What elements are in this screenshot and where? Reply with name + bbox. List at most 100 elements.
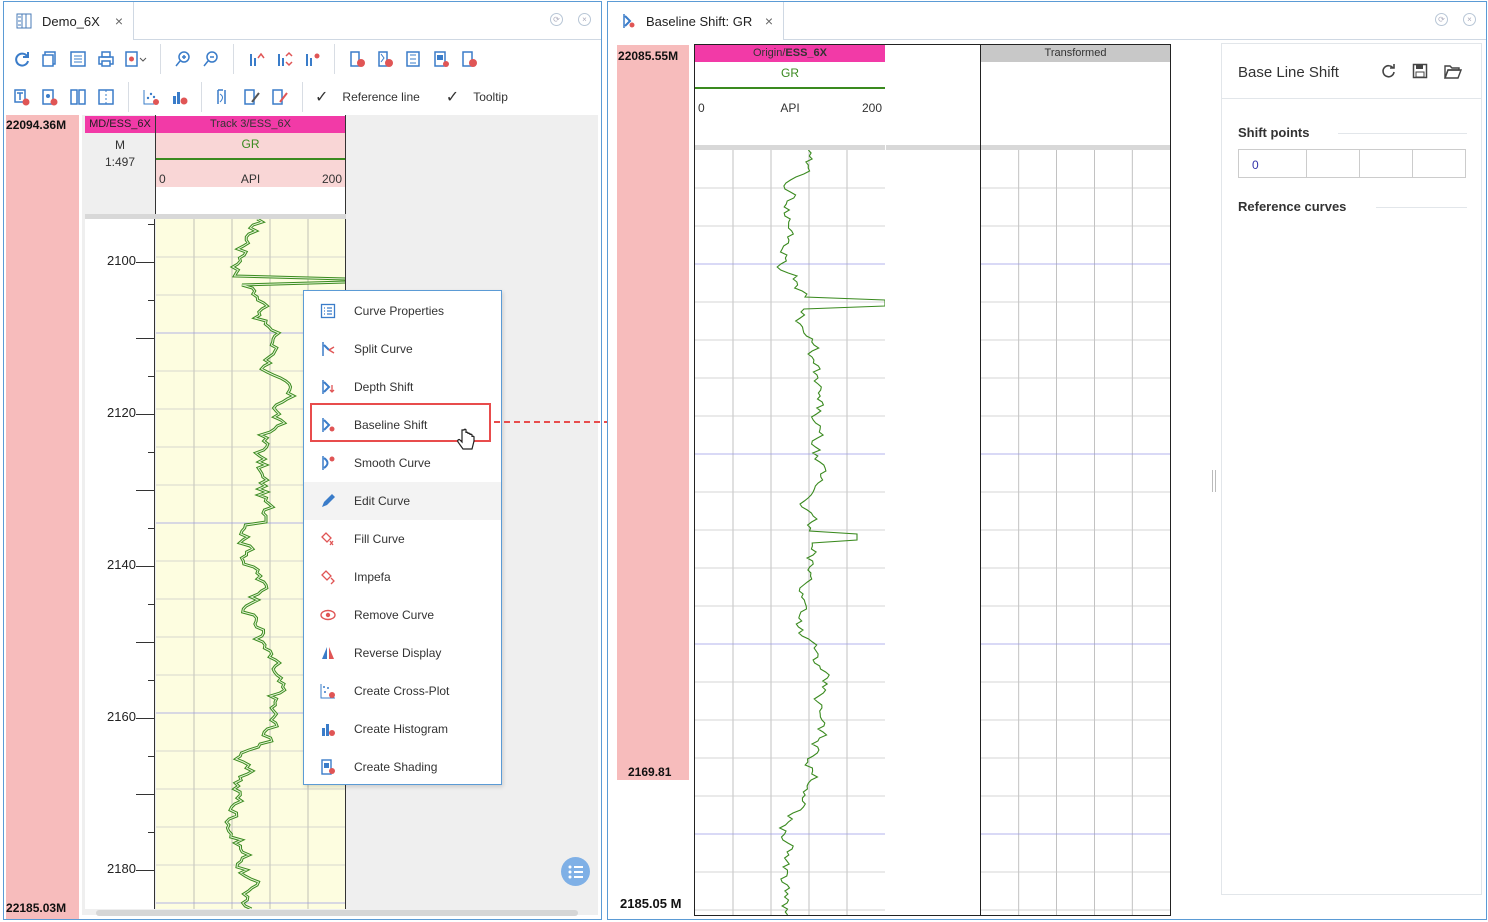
shift-point-cell[interactable] [1413,150,1465,177]
correlate-icon[interactable] [211,84,237,110]
menu-item-label: Remove Curve [354,608,435,622]
menu-item-curve-properties[interactable]: Curve Properties [304,292,501,330]
transformed-track-body[interactable] [981,150,1170,915]
crossplot-icon[interactable] [138,84,164,110]
gr-curve-name: GR [781,66,799,80]
tab-close-icon[interactable]: × [115,13,123,29]
split-icon [320,341,336,357]
track-marker-icon[interactable] [299,46,325,72]
add-lithology-icon[interactable] [400,46,426,72]
tooltip-toggle[interactable]: ✓ Tooltip [442,87,508,107]
menu-item-label: Create Histogram [354,722,449,736]
pencil-icon [320,493,336,509]
menu-item-depth-shift[interactable]: Depth Shift [304,368,501,406]
zoom-out-icon[interactable] [198,46,224,72]
shift-point-cell[interactable] [1360,150,1413,177]
menu-item-split-curve[interactable]: Split Curve [304,330,501,368]
histogram-icon[interactable] [166,84,192,110]
copy-icon[interactable] [37,46,63,72]
depth-label: 2100 [107,252,136,268]
shift-points-grid: 0 [1238,149,1466,178]
reference-curves-label: Reference curves [1238,199,1347,214]
menu-item-label: Reverse Display [354,646,442,660]
origin-track-title[interactable]: Origin/ESS_6X [695,45,885,62]
curve-context-menu: Curve Properties Split Curve Depth Shift Ba… [303,290,502,785]
depth-top-suffix: M [56,118,67,132]
major-tick [136,565,154,567]
md-scale: 1:497 [104,155,136,169]
track-updown-icon[interactable] [271,46,297,72]
eye-icon [320,607,336,623]
header-splitter [886,145,980,150]
shift-point-cell[interactable]: 0 [1239,150,1307,177]
minor-tick [148,299,154,301]
section-divider [1376,207,1467,208]
add-symbol-icon[interactable] [37,84,63,110]
open-folder-icon[interactable] [1444,63,1462,79]
floating-menu-button[interactable] [561,857,590,886]
reference-line-toggle[interactable]: ✓ Reference line [311,87,420,107]
refresh-icon[interactable] [1380,63,1396,79]
restore-icon[interactable]: ⟳ [1435,13,1448,26]
track3-title[interactable]: Track 3/ESS_6X [156,116,345,133]
menu-item-edit-curve[interactable]: Edit Curve [304,482,501,520]
add-image-track-icon[interactable] [428,46,454,72]
menu-item-label: Smooth Curve [354,456,431,470]
gr-scale-max: 200 [322,172,343,186]
toolbar-separator [233,44,234,74]
menu-item-create-histogram[interactable]: Create Histogram [304,710,501,748]
split-track-icon[interactable] [65,84,91,110]
panel-resize-handle[interactable] [1212,470,1216,492]
print-icon[interactable] [93,46,119,72]
minor-tick [148,375,154,377]
depth-label: 2160 [107,708,136,724]
depth-top-value: 2094.36 [12,118,57,132]
shift-point-cell[interactable] [1307,150,1360,177]
save-icon[interactable] [1412,63,1428,79]
origin-track-body[interactable] [695,150,885,915]
gr-scale-unit: API [780,101,800,115]
menu-item-impefa[interactable]: Impefa [304,558,501,596]
menu-item-remove-curve[interactable]: Remove Curve [304,596,501,634]
tab-demo-6x[interactable]: Demo_6X × [4,2,134,40]
list-view-icon[interactable] [65,46,91,72]
transformed-track-title[interactable]: Transformed [981,45,1170,62]
close-window-icon[interactable]: × [1463,13,1476,26]
depth-bottom-prefix: 2 [6,901,13,915]
zoom-in-icon[interactable] [170,46,196,72]
menu-item-label: Impefa [354,570,391,584]
origin-title-a: Origin/ [753,47,786,59]
remove-track-icon[interactable] [456,46,482,72]
tab-close-icon[interactable]: × [765,13,773,29]
depth-range-bar[interactable] [6,115,79,919]
tooltip-label: Tooltip [473,90,508,104]
tab-title: Demo_6X [42,13,100,29]
edit-curve-icon[interactable] [267,84,293,110]
edit-track-icon[interactable] [239,84,265,110]
menu-item-reverse-display[interactable]: Reverse Display [304,634,501,672]
md-track-header[interactable]: MD/ESS_6X [85,116,155,133]
tab-baseline-shift[interactable]: Baseline Shift: GR × [608,2,784,40]
depth-bottom-suffix: M [56,901,67,915]
add-text-icon[interactable] [9,84,35,110]
close-window-icon[interactable]: × [578,13,591,26]
restore-icon[interactable]: ⟳ [550,13,563,26]
horizontal-scrollbar[interactable] [96,910,578,916]
add-track-icon[interactable] [344,46,370,72]
menu-item-create-shading[interactable]: Create Shading [304,748,501,786]
toolbar-separator [160,44,161,74]
menu-item-fill-curve[interactable]: Fill Curve [304,520,501,558]
export-dropdown-icon[interactable] [121,46,151,72]
merge-track-icon[interactable] [93,84,119,110]
menu-item-create-cross-plot[interactable]: Create Cross-Plot [304,672,501,710]
depth-top-prefix: 2 [6,118,13,132]
left-tabstrip: Demo_6X × ⟳ × [4,2,601,40]
gr-scale-max: 200 [862,101,883,115]
track-up-icon[interactable] [243,46,269,72]
reference-line-label: Reference line [342,90,420,104]
depth-range-bar[interactable] [617,45,689,780]
panel-header-divider [1222,98,1481,99]
blank-track [885,44,981,916]
add-curve-icon[interactable] [372,46,398,72]
refresh-icon[interactable] [9,46,35,72]
